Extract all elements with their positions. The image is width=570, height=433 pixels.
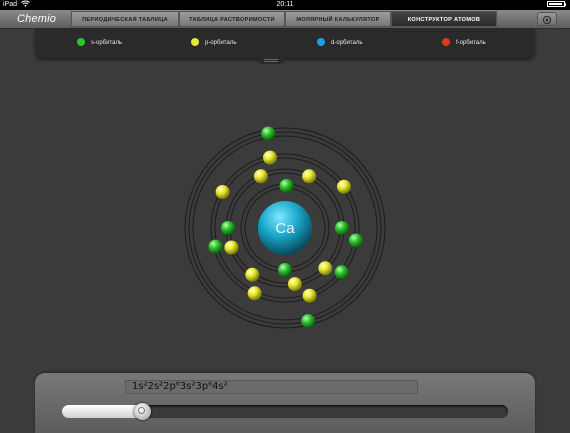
electron-s bbox=[261, 126, 276, 141]
electron-p bbox=[215, 185, 230, 199]
electron-s bbox=[348, 233, 363, 248]
atom-diagram: Ca bbox=[184, 126, 386, 329]
electron-p bbox=[318, 261, 333, 276]
electron-s bbox=[335, 221, 349, 235]
electron-slider-fill bbox=[62, 405, 143, 418]
electron-s bbox=[208, 239, 223, 254]
element-symbol: Ca bbox=[275, 220, 295, 237]
electron-p bbox=[302, 288, 317, 303]
electron-p bbox=[247, 286, 262, 301]
electron-p bbox=[224, 240, 239, 255]
electron-p bbox=[245, 267, 260, 282]
electron-p bbox=[337, 179, 351, 194]
electron-p bbox=[253, 169, 268, 184]
electron-s bbox=[221, 221, 235, 235]
electron-s bbox=[279, 179, 294, 193]
electron-p bbox=[302, 169, 317, 184]
electron-s bbox=[301, 314, 316, 329]
electron-s bbox=[278, 263, 292, 277]
electron-configuration: 1s²2s²2p⁶3s²3p⁶4s² bbox=[132, 381, 228, 392]
electron-s bbox=[334, 265, 349, 280]
electron-p bbox=[287, 277, 302, 292]
electron-p bbox=[263, 150, 277, 165]
